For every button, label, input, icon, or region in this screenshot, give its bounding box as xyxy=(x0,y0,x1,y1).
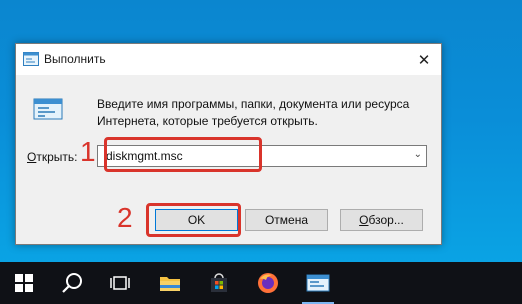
dialog-description: Введите имя программы, папки, документа … xyxy=(97,97,410,128)
browse-button-accel: О xyxy=(359,213,369,227)
store-icon xyxy=(211,273,227,292)
task-view-icon xyxy=(110,276,130,290)
annotation-box-input xyxy=(104,137,262,172)
search-icon xyxy=(62,273,82,293)
title-bar[interactable]: Выполнить ✕ xyxy=(16,44,441,75)
open-label: Открыть: xyxy=(27,150,77,164)
start-icon xyxy=(15,274,33,292)
cancel-button-label: Отмена xyxy=(264,213,309,227)
run-app-icon xyxy=(306,274,330,292)
cancel-button[interactable]: Отмена xyxy=(245,209,328,231)
search-button[interactable] xyxy=(48,262,96,304)
start-button[interactable] xyxy=(0,262,48,304)
browse-button-label: бзор... xyxy=(368,213,404,227)
open-label-accel: О xyxy=(27,150,37,164)
file-explorer-icon xyxy=(160,277,180,291)
open-label-text: ткрыть: xyxy=(36,150,78,164)
firefox-button[interactable] xyxy=(244,262,292,304)
annotation-step-2: 2 xyxy=(117,202,133,233)
taskbar xyxy=(0,262,522,304)
close-button[interactable]: ✕ xyxy=(407,44,441,75)
close-icon: ✕ xyxy=(417,51,431,69)
run-program-icon xyxy=(33,98,63,120)
store-button[interactable] xyxy=(195,262,243,304)
browse-button[interactable]: Обзор... xyxy=(340,209,423,231)
run-app-button[interactable] xyxy=(294,262,342,304)
file-explorer-button[interactable] xyxy=(146,262,194,304)
annotation-box-ok xyxy=(146,203,241,237)
run-icon xyxy=(23,52,39,66)
annotation-step-1: 1 xyxy=(80,136,96,167)
dialog-title: Выполнить xyxy=(44,52,106,66)
firefox-icon xyxy=(258,273,278,293)
chevron-down-icon[interactable]: ⌄ xyxy=(414,149,422,160)
task-view-button[interactable] xyxy=(96,262,144,304)
